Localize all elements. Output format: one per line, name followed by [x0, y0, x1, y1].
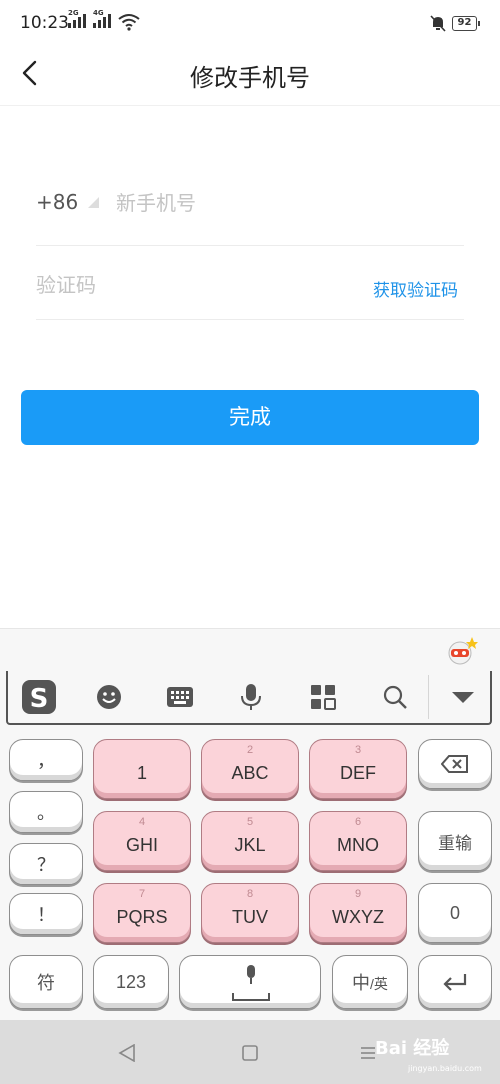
system-nav-bar: Bai 经验 jingyan.baidu.com — [0, 1020, 500, 1084]
verification-row: 获取验证码 — [36, 234, 464, 320]
reenter-key[interactable]: 重输 — [418, 811, 492, 871]
number-mode-key[interactable]: 123 — [93, 955, 169, 1009]
country-code-dropdown-icon[interactable] — [88, 197, 99, 208]
signal-sim2-icon: 4G — [93, 9, 111, 28]
signal-sim1-icon: 2G — [68, 9, 86, 28]
ime-keyboard: S ， 。 ？ ！ 1 2 ABC 3 DEF 4 GHI 5 JKL 6 MNO 7 PQ… — [0, 628, 500, 1020]
enter-key[interactable] — [418, 955, 492, 1009]
apps-grid-icon[interactable] — [298, 671, 348, 723]
backspace-icon — [441, 755, 468, 773]
backspace-key[interactable] — [418, 739, 492, 789]
key-exclamation[interactable]: ！ — [9, 893, 83, 935]
status-bar: 10:23 2G 4G 92 — [0, 0, 500, 46]
keyboard-icon[interactable] — [155, 671, 205, 723]
svg-text:S: S — [30, 684, 49, 714]
nav-back-icon[interactable] — [118, 1044, 136, 1062]
mute-bell-icon — [430, 15, 446, 32]
verification-code-input[interactable] — [36, 268, 336, 302]
key-5-jkl[interactable]: 5 JKL — [201, 811, 299, 871]
symbol-key[interactable]: 符 — [9, 955, 83, 1009]
sogou-logo-icon[interactable]: S — [14, 671, 64, 723]
microphone-small-icon — [247, 965, 255, 984]
key-0[interactable]: 0 — [418, 883, 492, 943]
key-period[interactable]: 。 — [9, 791, 83, 833]
mascot-skin-icon[interactable] — [446, 635, 478, 665]
get-verification-code-button[interactable]: 获取验证码 — [373, 276, 458, 301]
key-3-def[interactable]: 3 DEF — [309, 739, 407, 799]
page-title: 修改手机号 — [190, 64, 310, 92]
emoji-icon[interactable] — [84, 671, 134, 723]
status-time: 10:23 — [20, 13, 69, 33]
country-code-selector[interactable]: +86 — [36, 190, 78, 214]
space-bar-icon — [232, 993, 270, 1001]
collapse-keyboard-icon[interactable] — [438, 671, 488, 723]
nav-menu-icon[interactable] — [360, 1046, 376, 1060]
nav-home-icon[interactable] — [242, 1045, 258, 1061]
search-icon[interactable] — [370, 671, 420, 723]
top-app-bar: 修改手机号 — [0, 46, 500, 106]
key-1[interactable]: 1 — [93, 739, 191, 799]
space-voice-key[interactable] — [179, 955, 321, 1009]
watermark-url: jingyan.baidu.com — [408, 1064, 482, 1073]
toolbar-divider — [428, 675, 429, 719]
key-9-wxyz[interactable]: 9 WXYZ — [309, 883, 407, 943]
key-8-tuv[interactable]: 8 TUV — [201, 883, 299, 943]
done-button[interactable]: 完成 — [21, 390, 479, 445]
new-phone-input[interactable] — [116, 186, 456, 220]
key-question[interactable]: ？ — [9, 843, 83, 885]
watermark-text: Bai 经验 — [375, 1038, 450, 1059]
microphone-icon[interactable] — [226, 671, 276, 723]
key-7-pqrs[interactable]: 7 PQRS — [93, 883, 191, 943]
battery-indicator: 92 — [452, 16, 480, 31]
key-comma[interactable]: ， — [9, 739, 83, 781]
key-2-abc[interactable]: 2 ABC — [201, 739, 299, 799]
language-switch-key[interactable]: 中/英 — [332, 955, 408, 1009]
key-4-ghi[interactable]: 4 GHI — [93, 811, 191, 871]
wifi-icon — [118, 14, 140, 31]
enter-icon — [443, 974, 467, 991]
key-6-mno[interactable]: 6 MNO — [309, 811, 407, 871]
keyboard-toolbar: S — [6, 671, 492, 725]
